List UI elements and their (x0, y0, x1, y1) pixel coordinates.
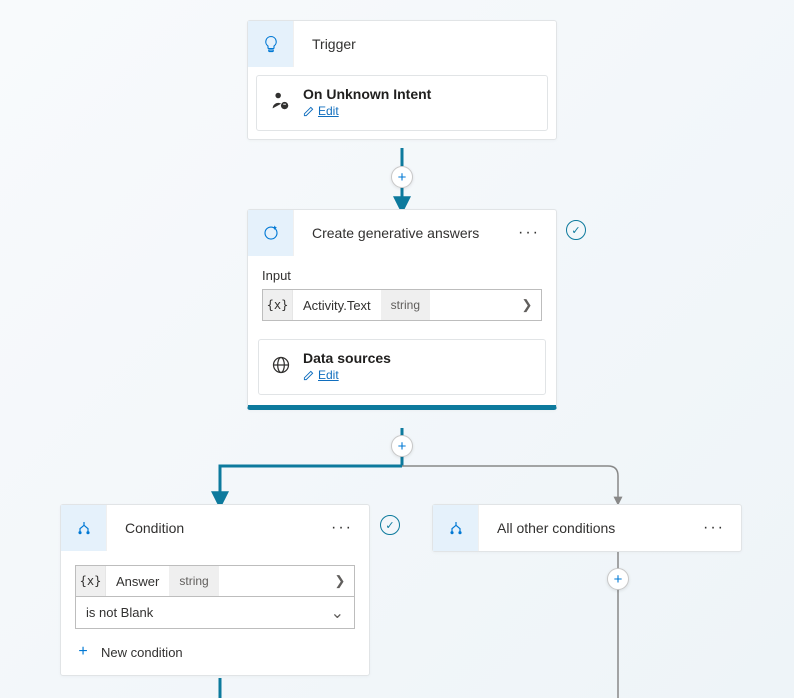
fx-icon: {x} (76, 566, 106, 596)
generative-more-button[interactable]: ··· (502, 224, 556, 242)
input-label: Input (262, 268, 542, 283)
pencil-icon (303, 106, 314, 117)
trigger-icon (248, 21, 294, 67)
condition-status-check: ✓ (380, 515, 400, 535)
condition-more-button[interactable]: ··· (315, 519, 369, 537)
new-condition-button[interactable]: + New condition (75, 641, 355, 663)
condition-variable-field[interactable]: {x} Answer string ❯ (75, 565, 355, 597)
add-step-button-2[interactable]: + (391, 435, 413, 457)
all-other-conditions-node[interactable]: All other conditions ··· (432, 504, 742, 552)
person-bot-icon (269, 90, 291, 115)
plus-icon: + (614, 571, 623, 588)
trigger-event-title: On Unknown Intent (303, 86, 431, 102)
alt-more-button[interactable]: ··· (687, 519, 741, 537)
chevron-right-icon[interactable]: ❯ (513, 290, 541, 320)
branch-icon (61, 505, 107, 551)
condition-node[interactable]: Condition ··· {x} Answer string ❯ is not… (60, 504, 370, 676)
condition-title: Condition (107, 520, 315, 536)
condition-operator: is not Blank (86, 605, 153, 620)
generative-icon (248, 210, 294, 256)
plus-icon: + (75, 643, 91, 661)
generative-status-check: ✓ (566, 220, 586, 240)
fx-icon: {x} (263, 290, 293, 320)
globe-icon (271, 355, 291, 378)
pencil-icon (303, 370, 314, 381)
generative-header: Create generative answers ··· (248, 210, 556, 256)
data-sources-title: Data sources (303, 350, 391, 366)
generative-title: Create generative answers (294, 225, 502, 241)
condition-operator-select[interactable]: is not Blank ⌄ (75, 597, 355, 629)
check-icon: ✓ (385, 519, 394, 532)
new-condition-label: New condition (101, 645, 183, 660)
alt-header: All other conditions ··· (433, 505, 741, 551)
add-step-button-3[interactable]: + (607, 568, 629, 590)
check-icon: ✓ (571, 224, 580, 237)
generative-input-type: string (381, 290, 430, 320)
chevron-right-icon[interactable]: ❯ (326, 566, 354, 596)
data-sources-edit-link[interactable]: Edit (303, 368, 339, 382)
trigger-event-card[interactable]: On Unknown Intent Edit (256, 75, 548, 131)
condition-type: string (169, 566, 218, 596)
trigger-header: Trigger (248, 21, 556, 67)
plus-icon: + (398, 169, 407, 186)
condition-header: Condition ··· (61, 505, 369, 551)
trigger-node[interactable]: Trigger On Unknown Intent Edit (247, 20, 557, 140)
alt-title: All other conditions (479, 520, 687, 536)
trigger-edit-link[interactable]: Edit (303, 104, 339, 118)
data-sources-card[interactable]: Data sources Edit (258, 339, 546, 395)
plus-icon: + (398, 438, 407, 455)
chevron-down-icon: ⌄ (331, 603, 344, 623)
generative-input-var: Activity.Text (293, 290, 381, 320)
branch-icon (433, 505, 479, 551)
generative-answers-node[interactable]: Create generative answers ··· Input {x} … (247, 209, 557, 410)
add-step-button-1[interactable]: + (391, 166, 413, 188)
condition-var: Answer (106, 566, 169, 596)
trigger-title: Trigger (294, 36, 556, 52)
generative-input-field[interactable]: {x} Activity.Text string ❯ (262, 289, 542, 321)
